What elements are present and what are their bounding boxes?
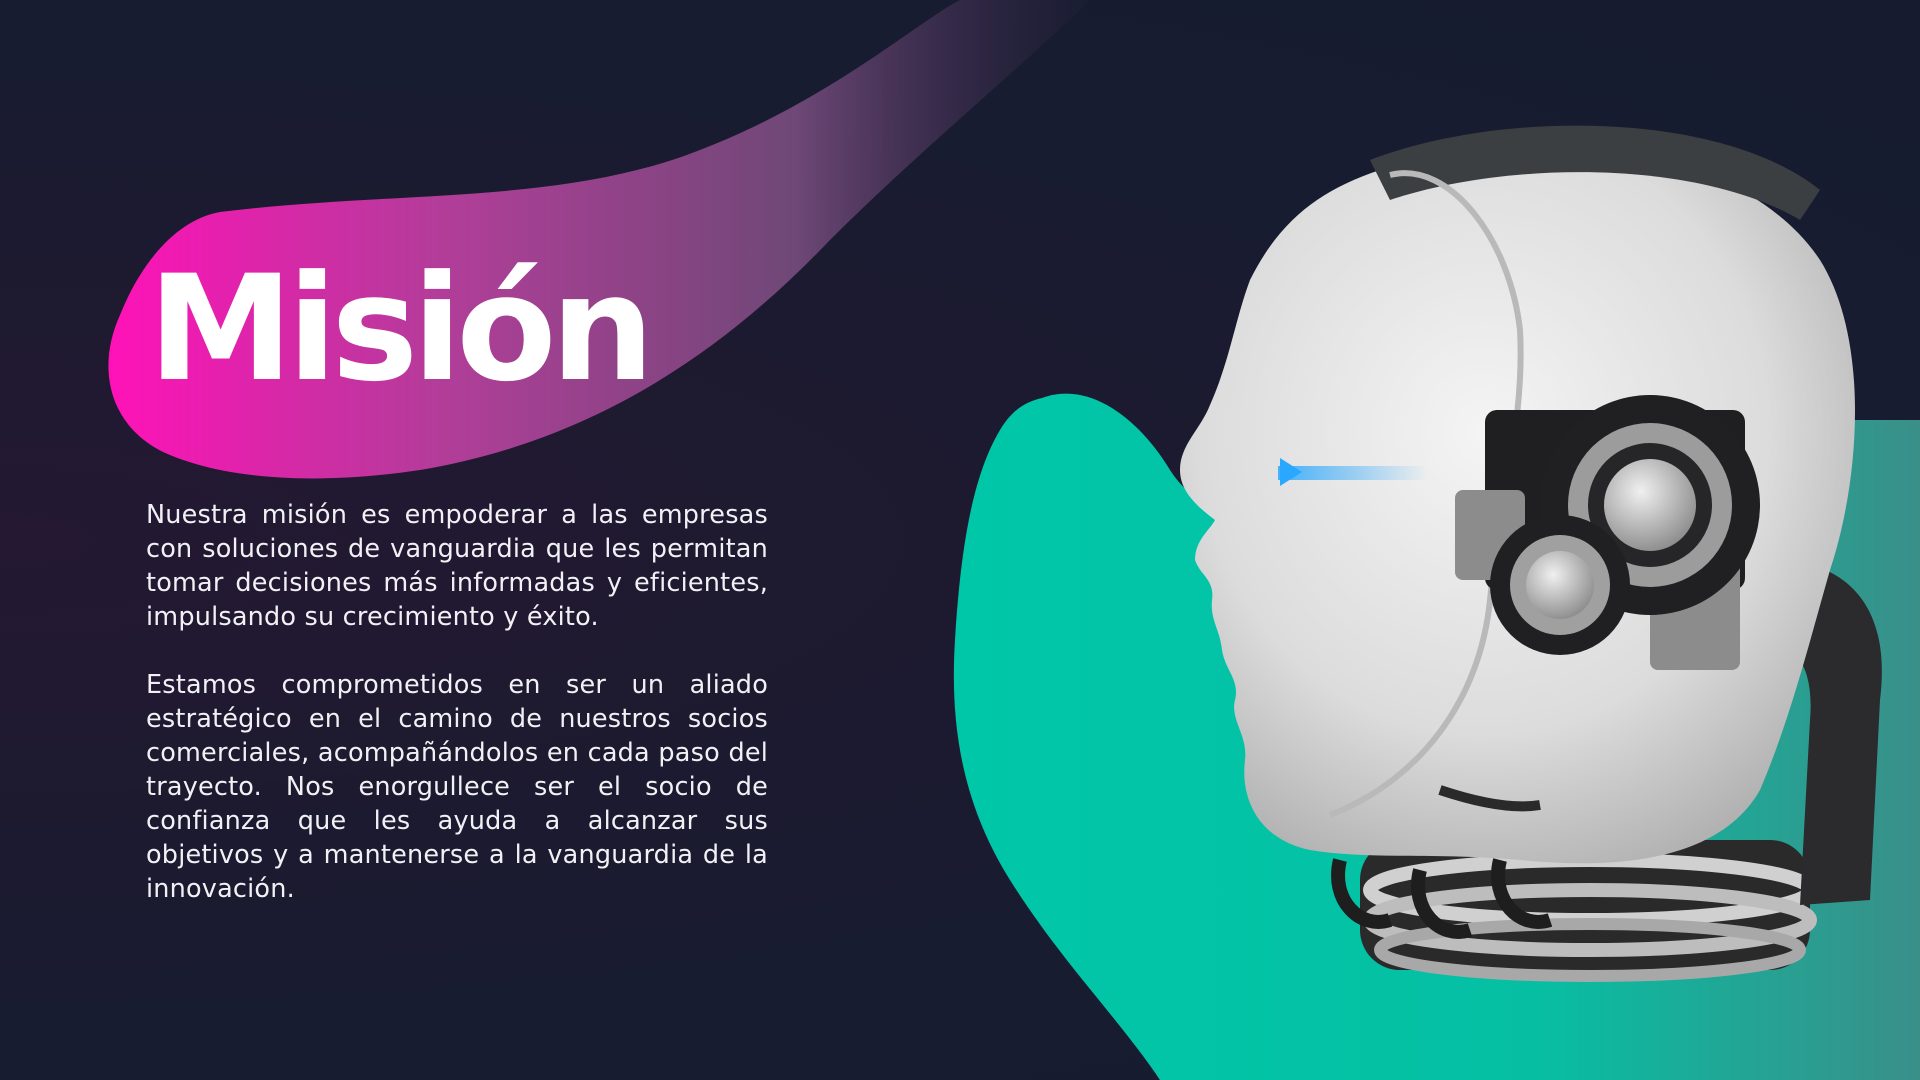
page-title: Misión [148, 244, 655, 414]
mission-body: Nuestra misión es empoderar a las empres… [146, 498, 768, 940]
slide: Misión Nuestra misión es empoderar a las… [0, 0, 1920, 1080]
mission-paragraph-1: Nuestra misión es empoderar a las empres… [146, 500, 768, 632]
mission-paragraph-2: Estamos comprometidos en ser un aliado e… [146, 670, 768, 904]
